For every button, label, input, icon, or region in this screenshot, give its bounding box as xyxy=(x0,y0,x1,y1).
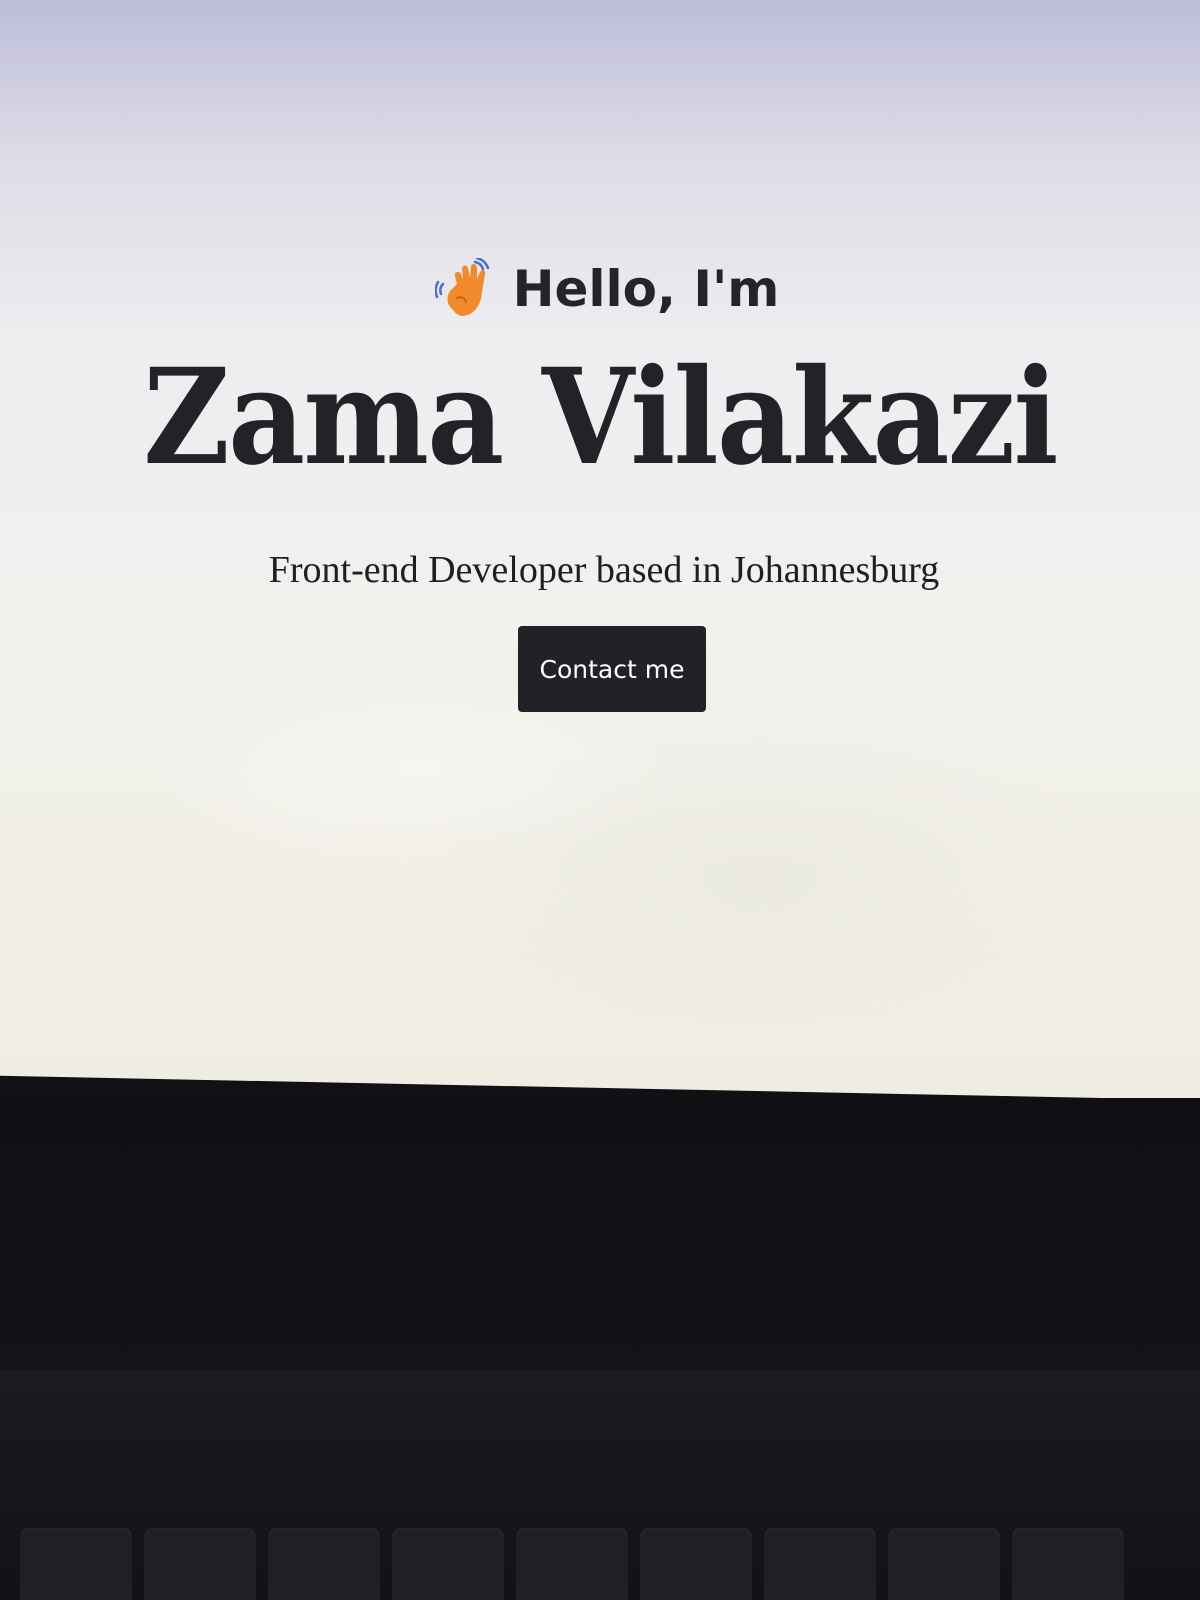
photo-of-laptop-screen: Hello, I'm Zama Vilakazi Front-end Devel… xyxy=(0,0,1200,1600)
greeting-text: Hello, I'm xyxy=(512,260,780,318)
keyboard-key xyxy=(20,1528,132,1600)
keyboard-key xyxy=(888,1528,1000,1600)
tagline: Front-end Developer based in Johannesbur… xyxy=(268,549,940,591)
laptop-bezel xyxy=(0,1098,1200,1388)
person-name-heading: Zama Vilakazi xyxy=(143,340,1058,495)
keyboard-key xyxy=(144,1528,256,1600)
waving-hand-icon xyxy=(434,256,495,320)
keyboard-key xyxy=(392,1528,504,1600)
keyboard-key xyxy=(640,1528,752,1600)
keyboard-key xyxy=(268,1528,380,1600)
contact-me-button[interactable]: Contact me xyxy=(518,626,706,712)
greeting: Hello, I'm xyxy=(0,256,1200,320)
keyboard-keys xyxy=(0,1528,1200,1600)
keyboard-key xyxy=(516,1528,628,1600)
hero-section: Hello, I'm Zama Vilakazi Front-end Devel… xyxy=(0,0,1200,1100)
keyboard-key xyxy=(1012,1528,1124,1600)
keyboard-key xyxy=(764,1528,876,1600)
